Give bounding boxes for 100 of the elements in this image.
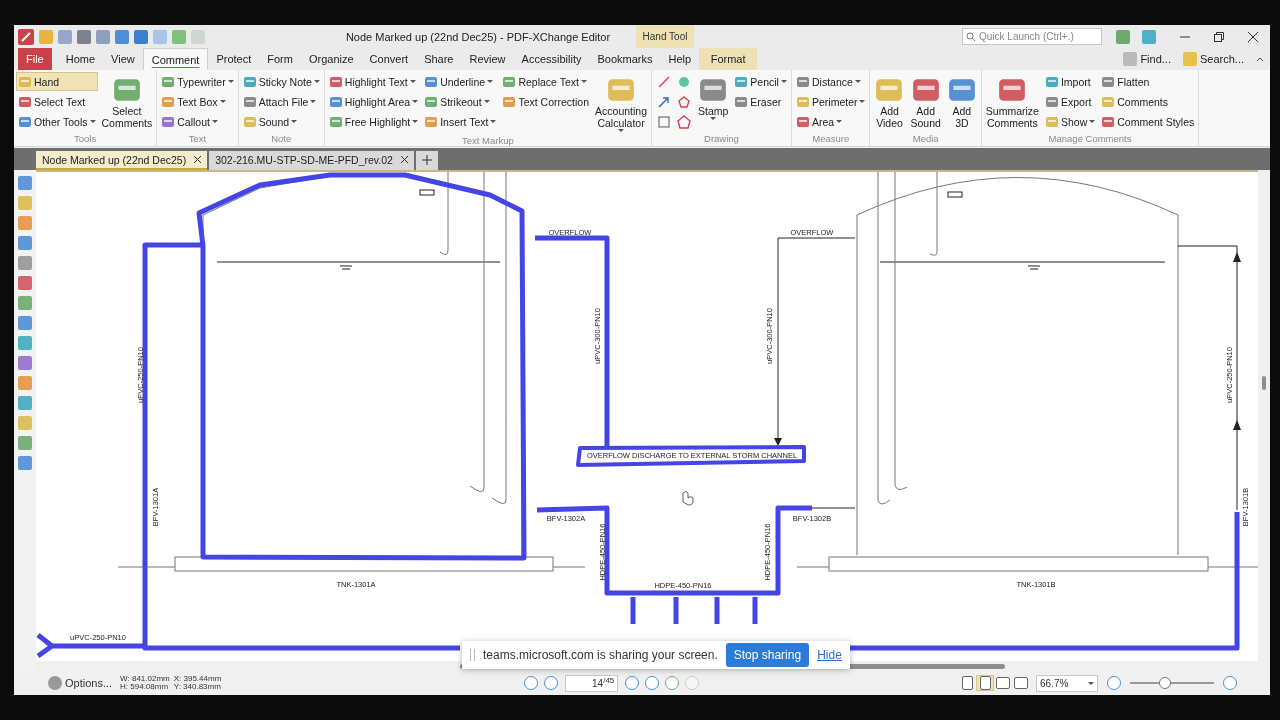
- ribbon-button[interactable]: Show: [1042, 112, 1098, 131]
- previous-page-button[interactable]: [544, 676, 559, 690]
- sidebar-tool-icon[interactable]: [18, 176, 32, 190]
- two-page-button[interactable]: [994, 675, 1012, 691]
- ribbon-button[interactable]: Distance: [793, 72, 868, 91]
- sidebar-tool-icon[interactable]: [18, 256, 32, 270]
- ribbon-button[interactable]: Callout: [159, 112, 236, 131]
- ribbon-button[interactable]: Typewriter: [159, 72, 236, 91]
- tool-icon: [1044, 94, 1059, 109]
- ribbon-button[interactable]: Attach File: [240, 92, 322, 111]
- continuous-page-button[interactable]: [976, 675, 994, 691]
- toolbar-icon[interactable]: [58, 29, 72, 44]
- ribbon-button[interactable]: Select Text: [16, 92, 98, 111]
- ribbon-button[interactable]: Text Box: [159, 92, 236, 111]
- ribbon-button[interactable]: Eraser: [732, 92, 789, 111]
- back-button[interactable]: [665, 676, 680, 690]
- ribbon-button[interactable]: Sound: [240, 112, 322, 131]
- ribbon-button[interactable]: Area: [793, 112, 868, 131]
- sidebar-tool-icon[interactable]: [18, 296, 32, 310]
- ribbon-button[interactable]: Other Tools: [16, 112, 98, 131]
- ribbon-button[interactable]: Flatten: [1099, 72, 1197, 91]
- sidebar-tool-icon[interactable]: [18, 336, 32, 350]
- quick-launch-field[interactable]: Quick Launch (Ctrl+.): [962, 28, 1102, 45]
- zoom-field[interactable]: 66.7%: [1036, 674, 1098, 692]
- zoom-in-button[interactable]: [1223, 676, 1237, 690]
- toolbar-icon[interactable]: [77, 29, 91, 44]
- new-tab-button[interactable]: [415, 151, 438, 170]
- toolbar-icon[interactable]: [39, 29, 53, 44]
- menu-tab[interactable]: Home: [57, 48, 104, 70]
- ribbon-button[interactable]: Select Comments: [99, 72, 155, 133]
- sidebar-tool-icon[interactable]: [18, 356, 32, 370]
- document-tab[interactable]: Node Marked up (22nd Dec25): [36, 151, 208, 170]
- last-page-button[interactable]: [645, 676, 660, 690]
- options-button[interactable]: Options...: [44, 676, 117, 690]
- ribbon-button[interactable]: Add 3D: [944, 72, 979, 133]
- menu-tab[interactable]: Format: [699, 48, 758, 70]
- ribbon-button[interactable]: Sticky Note: [240, 72, 322, 91]
- close-icon[interactable]: [400, 156, 408, 163]
- ribbon-button[interactable]: Export: [1042, 92, 1098, 111]
- ellipse-tool-icon[interactable]: [677, 75, 691, 89]
- sidebar-tool-icon[interactable]: [18, 316, 32, 330]
- menu-tab[interactable]: Bookmarks: [589, 48, 661, 70]
- ribbon-button[interactable]: Perimeter: [793, 92, 868, 111]
- first-page-button[interactable]: [524, 676, 539, 690]
- stop-sharing-button[interactable]: Stop sharing: [725, 643, 810, 667]
- toolbar-icon[interactable]: [96, 29, 110, 44]
- arrow-tool-icon[interactable]: [657, 95, 671, 109]
- line-tool-icon[interactable]: [657, 75, 671, 89]
- close-icon[interactable]: [194, 156, 202, 163]
- sidebar-tool-icon[interactable]: [18, 236, 32, 250]
- ribbon-button[interactable]: Insert Text: [422, 112, 499, 131]
- menu-tab[interactable]: View: [103, 48, 143, 70]
- zoom-out-button[interactable]: [1107, 676, 1121, 690]
- sidebar-tool-icon[interactable]: [18, 456, 32, 470]
- toolbar-icon[interactable]: [153, 29, 167, 44]
- menu-tab[interactable]: Organize: [300, 48, 362, 70]
- toolbar-icon[interactable]: [172, 29, 186, 44]
- toolbar-icon[interactable]: [134, 29, 148, 44]
- menu-tab[interactable]: Help: [660, 48, 700, 70]
- menu-tab[interactable]: Form: [259, 48, 301, 70]
- menu-tab[interactable]: Convert: [361, 48, 417, 70]
- menu-tab[interactable]: Share: [416, 48, 462, 70]
- ribbon-button[interactable]: Replace Text: [500, 72, 592, 91]
- menu-tab[interactable]: File: [18, 48, 52, 70]
- menu-link[interactable]: Search...: [1176, 48, 1250, 70]
- pentagon-tool-icon[interactable]: [677, 115, 691, 129]
- menu-link[interactable]: Find...: [1117, 48, 1177, 70]
- ribbon-button[interactable]: Pencil: [732, 72, 789, 91]
- caret-icon: [310, 100, 317, 103]
- next-page-button[interactable]: [625, 676, 640, 690]
- hide-link[interactable]: Hide: [817, 648, 842, 662]
- ribbon-button[interactable]: Highlight Area: [326, 92, 421, 111]
- menu-tab[interactable]: Review: [461, 48, 514, 70]
- ribbon-button[interactable]: Highlight Text: [326, 72, 421, 91]
- toolbar-icon[interactable]: [115, 29, 129, 44]
- forward-button[interactable]: [685, 676, 700, 690]
- menu-tab[interactable]: Protect: [208, 48, 260, 70]
- ribbon-button[interactable]: Accounting Calculator: [593, 72, 649, 135]
- caret-icon: [412, 100, 419, 103]
- ribbon-button[interactable]: Stamp: [696, 72, 731, 133]
- ribbon-button[interactable]: Comments: [1099, 92, 1197, 111]
- sidebar-tool-icon[interactable]: [18, 396, 32, 410]
- document-tab[interactable]: 302-216.MU-STP-SD-ME-PFD_rev.02: [209, 151, 414, 170]
- ribbon-button[interactable]: Add Video: [872, 72, 907, 133]
- ribbon-button[interactable]: Import: [1042, 72, 1098, 91]
- ribbon-button[interactable]: Underline: [422, 72, 499, 91]
- ribbon-button[interactable]: Text Correction: [500, 92, 592, 111]
- ribbon-button[interactable]: Free Highlight: [326, 112, 421, 131]
- menu-tab[interactable]: Comment: [142, 48, 209, 70]
- sidebar-tool-icon[interactable]: [18, 276, 32, 290]
- sidebar-tool-icon[interactable]: [18, 436, 32, 450]
- ribbon-button[interactable]: Comment Styles: [1099, 112, 1197, 131]
- polygon-tool-icon[interactable]: [677, 95, 691, 109]
- ribbon-button[interactable]: Strikeout: [422, 92, 499, 111]
- ribbon-button[interactable]: Add Sound: [908, 72, 943, 133]
- ribbon-button[interactable]: Hand: [16, 72, 98, 91]
- ribbon-button[interactable]: Summarize Comments: [983, 72, 1041, 133]
- rectangle-tool-icon[interactable]: [657, 115, 671, 129]
- fit-page-button[interactable]: [1012, 675, 1030, 691]
- menu-tab[interactable]: Accessibility: [513, 48, 590, 70]
